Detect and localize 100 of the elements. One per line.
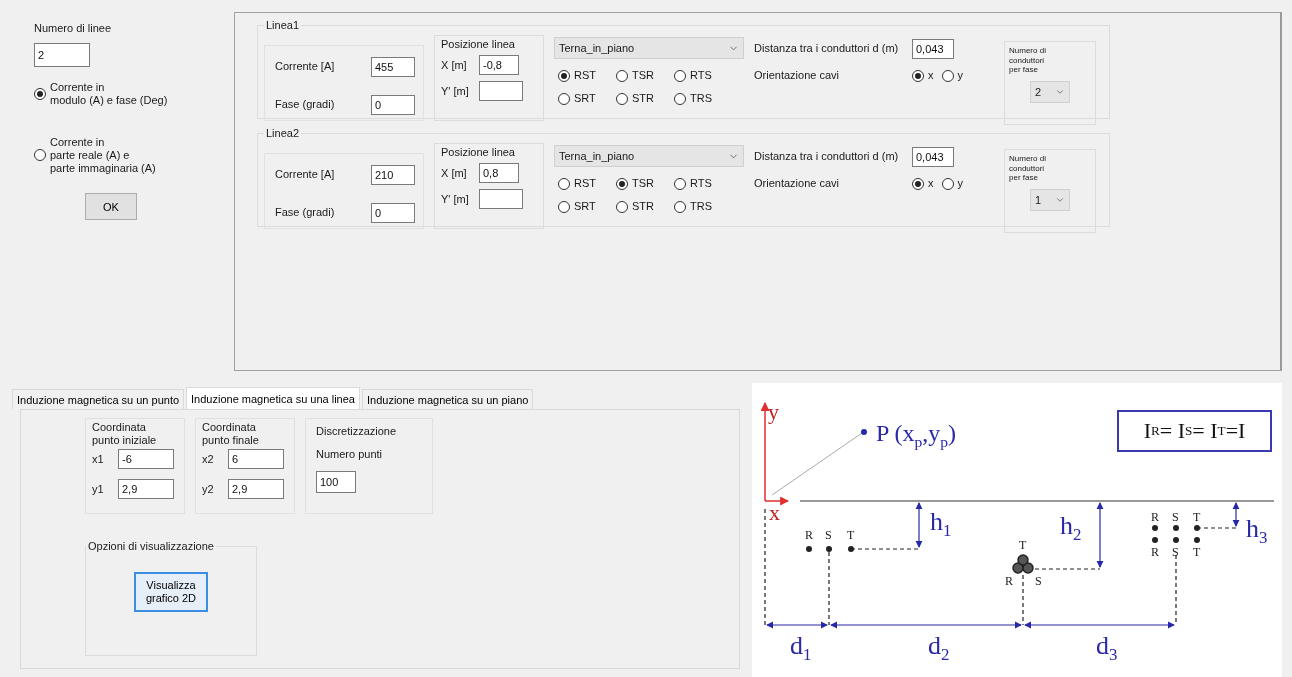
- distance-label: d$_{2}$: [928, 633, 950, 665]
- height-arrow: [915, 502, 923, 548]
- y-input[interactable]: 2,9: [228, 479, 284, 500]
- trefoil-conductors: [1012, 554, 1034, 574]
- phase-label: S: [825, 529, 832, 541]
- radio-button[interactable]: [674, 92, 686, 105]
- phase-label: R: [1151, 546, 1159, 558]
- group-title: Linea2: [265, 127, 301, 139]
- x-input[interactable]: -6: [118, 449, 174, 470]
- radio-label: x: [928, 69, 934, 83]
- radio-label: x: [928, 177, 934, 191]
- radio-button[interactable]: [558, 200, 570, 213]
- conductors-select[interactable]: 2: [1030, 80, 1070, 103]
- axis-label: y: [768, 401, 779, 423]
- radio-button[interactable]: [912, 69, 924, 82]
- field-label: Numero di conduttori per fase: [1009, 46, 1046, 75]
- radio-button[interactable]: [941, 69, 954, 82]
- radio-button[interactable]: [558, 69, 570, 82]
- group-title: Coordinata punto iniziale: [92, 421, 158, 448]
- radio-button[interactable]: [616, 200, 628, 213]
- radio-button[interactable]: [34, 149, 46, 162]
- tab[interactable]: Induzione magnetica su una linea: [186, 387, 360, 409]
- radio-button[interactable]: [34, 88, 46, 101]
- radio-label: TSR: [632, 69, 654, 83]
- phase-label: R: [1151, 511, 1159, 523]
- radio-button[interactable]: [616, 177, 628, 190]
- phase-label: R: [805, 529, 813, 541]
- radio-label: y: [957, 177, 963, 191]
- tab[interactable]: Induzione magnetica su un punto: [12, 389, 185, 409]
- field-label: x2: [202, 452, 215, 466]
- phase-label: S: [1172, 546, 1179, 558]
- current-input[interactable]: 210: [371, 165, 415, 185]
- radio-label: Corrente in parte reale (A) e parte immaginaria (A): [50, 135, 156, 176]
- radio-label: Corrente in modulo (A) e fase (Deg): [50, 81, 168, 108]
- group-title: Posizione linea: [441, 146, 515, 160]
- dimension-arrow: [766, 621, 828, 629]
- conductors-select[interactable]: 1: [1030, 188, 1070, 211]
- line-count-input[interactable]: 2: [34, 43, 90, 68]
- phase-input[interactable]: 0: [371, 203, 415, 223]
- radio-label: STR: [632, 200, 654, 214]
- field-label: Numero di linee: [34, 22, 113, 36]
- y-input[interactable]: [479, 81, 523, 102]
- radio-button[interactable]: [558, 92, 570, 105]
- current-input[interactable]: 455: [371, 57, 415, 77]
- radio-label: y: [957, 69, 963, 83]
- x-input[interactable]: 0,8: [479, 163, 519, 184]
- point-label: P (x$_{p}$,y$_{p}$): [876, 421, 957, 450]
- x-axis-arrow: [764, 496, 790, 506]
- group-title: Coordinata punto finale: [202, 421, 260, 448]
- radio-button[interactable]: [674, 69, 686, 82]
- phase-label: T: [1019, 539, 1027, 551]
- height-arrow: [1096, 502, 1104, 568]
- radio-button[interactable]: [674, 177, 686, 190]
- layout-select[interactable]: Terna_in_piano: [554, 37, 744, 59]
- phase-label: T: [847, 529, 855, 541]
- y-input[interactable]: [479, 189, 523, 210]
- phase-label: T: [1193, 546, 1201, 558]
- phase-label: T: [1193, 511, 1201, 523]
- y-input[interactable]: 2,9: [118, 479, 174, 500]
- radio-button[interactable]: [674, 200, 686, 213]
- leader-line: [1022, 574, 1024, 626]
- points-input[interactable]: 100: [316, 471, 356, 494]
- point-dot: [861, 429, 867, 435]
- phase-input[interactable]: 0: [371, 95, 415, 115]
- field-label: y1: [92, 482, 105, 496]
- field-label: Distanza tra i conduttori d (m): [754, 150, 900, 164]
- tab[interactable]: Induzione magnetica su un piano: [361, 389, 534, 409]
- radio-button[interactable]: [616, 69, 628, 82]
- field-label: Y' [m]: [441, 84, 470, 98]
- height-label: h$_{2}$: [1060, 513, 1082, 545]
- axis-label: x: [769, 502, 780, 524]
- radio-button[interactable]: [616, 92, 628, 105]
- radio-button[interactable]: [558, 177, 570, 190]
- radio-label: SRT: [574, 200, 596, 214]
- field-label: y2: [202, 482, 215, 496]
- radio-button[interactable]: [941, 177, 954, 190]
- field-label: Orientazione cavi: [754, 177, 840, 191]
- distance-input[interactable]: 0,043: [912, 39, 954, 59]
- radio-label: RST: [574, 177, 596, 191]
- distance-input[interactable]: 0,043: [912, 147, 954, 167]
- leader-line: [1034, 568, 1101, 570]
- radio-label: TRS: [690, 92, 712, 106]
- height-label: h$_{1}$: [930, 509, 952, 541]
- radio-button[interactable]: [912, 177, 924, 190]
- x-input[interactable]: -0,8: [479, 55, 519, 76]
- field-label: Numero di conduttori per fase: [1009, 154, 1046, 183]
- phase-label: S: [1035, 575, 1042, 587]
- plot-2d-button[interactable]: Visualizza grafico 2D: [134, 572, 208, 612]
- field-label: Fase (gradi): [275, 98, 336, 112]
- radio-label: STR: [632, 92, 654, 106]
- field-label: Corrente [A]: [275, 168, 336, 182]
- x-input[interactable]: 6: [228, 449, 284, 470]
- group-title: Posizione linea: [441, 38, 515, 52]
- conductor-dots: [1152, 525, 1200, 543]
- radio-label: RST: [574, 69, 596, 83]
- field-label: Fase (gradi): [275, 206, 336, 220]
- field-label: x1: [92, 452, 105, 466]
- distance-label: d$_{3}$: [1096, 633, 1118, 665]
- ok-button[interactable]: OK: [85, 193, 137, 221]
- layout-select[interactable]: Terna_in_piano: [554, 145, 744, 167]
